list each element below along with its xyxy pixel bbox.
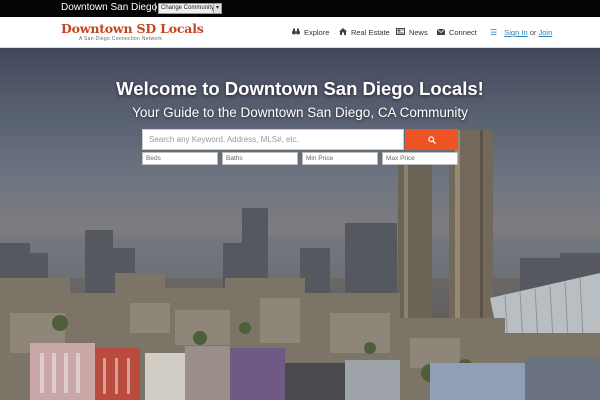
hero-section: Welcome to Downtown San Diego Locals! Yo… — [0, 48, 600, 400]
nav-real-estate-label: Real Estate — [350, 28, 390, 37]
nav-connect-label: Connect — [448, 28, 477, 37]
account-links: ☰ Sign In or Join — [490, 17, 552, 48]
separator: | — [154, 2, 157, 13]
menu-icon[interactable]: ☰ — [490, 28, 497, 37]
city-skyline-image — [0, 130, 600, 400]
or-text: or — [529, 28, 537, 37]
search-input[interactable] — [142, 129, 404, 150]
min-price-field[interactable] — [302, 152, 378, 165]
max-price-field[interactable] — [382, 152, 458, 165]
site-header: Downtown SD Locals A San Diego Connectio… — [0, 17, 600, 48]
change-community-select[interactable]: Change Community ▾ — [158, 3, 222, 14]
beds-field[interactable] — [142, 152, 218, 165]
envelope-icon — [436, 28, 447, 37]
logo-tagline: A San Diego Connection Network — [79, 36, 163, 42]
home-icon — [339, 28, 349, 37]
site-logo[interactable]: Downtown SD Locals A San Diego Connectio… — [61, 21, 204, 46]
change-community-label: Change Community — [161, 5, 215, 11]
nav-news-label: News — [408, 28, 428, 37]
nav-explore-label: Explore — [303, 28, 330, 37]
newspaper-icon — [396, 28, 407, 37]
baths-field[interactable] — [222, 152, 298, 165]
nav-explore[interactable]: Explore — [292, 17, 329, 48]
sign-in-link[interactable]: Sign In — [504, 28, 527, 37]
search-icon — [427, 136, 436, 144]
binoculars-icon — [292, 28, 302, 37]
nav-real-estate[interactable]: Real Estate — [339, 17, 390, 48]
hero-title: Welcome to Downtown San Diego Locals! — [116, 78, 484, 99]
hero-subtitle: Your Guide to the Downtown San Diego, CA… — [132, 105, 468, 120]
logo-name: Downtown SD Locals — [61, 21, 204, 36]
nav-news[interactable]: News — [396, 17, 428, 48]
chevron-down-icon: ▾ — [213, 4, 221, 13]
top-bar: Downtown San Diego, CA | Change Communit… — [0, 0, 600, 17]
nav-connect[interactable]: Connect — [436, 17, 477, 48]
search-button[interactable] — [405, 129, 458, 150]
join-link[interactable]: Join — [538, 28, 552, 37]
